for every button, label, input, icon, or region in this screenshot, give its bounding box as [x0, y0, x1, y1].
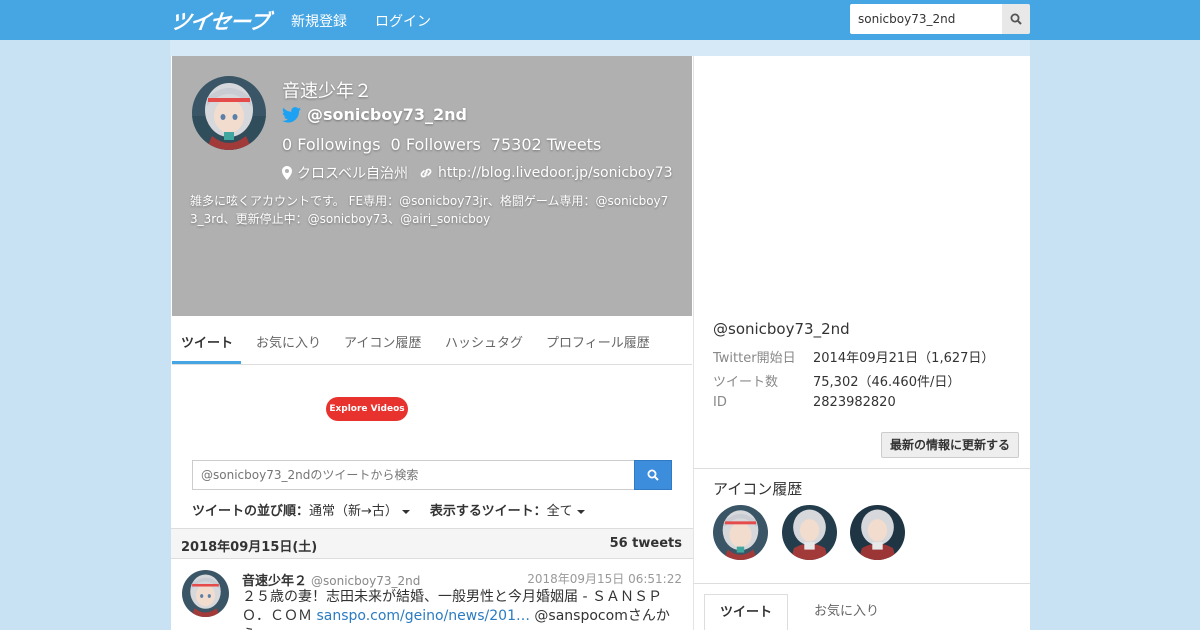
icon-history-title: アイコン履歴: [713, 480, 803, 498]
followings-stat[interactable]: 0 Followings: [282, 135, 381, 154]
tweets-stat[interactable]: 75302 Tweets: [491, 135, 602, 154]
update-info-button[interactable]: 最新の情報に更新する: [881, 432, 1019, 458]
info-key: ID: [713, 395, 727, 410]
profile-name: 音速少年２: [282, 81, 372, 102]
tweet-filter-label: 表示するツイート：: [429, 504, 547, 519]
tweets-count: 75302: [490, 135, 542, 154]
tweet-search-input[interactable]: [192, 460, 635, 490]
sidebar-tab-favorites[interactable]: お気に入り: [799, 594, 894, 630]
tab-profile-history[interactable]: プロフィール履歴: [546, 332, 650, 351]
site-search: [850, 4, 1030, 34]
caret-down-icon: [576, 509, 585, 514]
tweet-timestamp[interactable]: 2018年09月15日 06:51:22: [527, 570, 682, 587]
date-header-count: 56 tweets: [609, 536, 682, 551]
followers-count: 0: [390, 135, 401, 154]
sidebar-tabs: ツイート お気に入り: [704, 594, 1024, 630]
sidebar: @sonicboy73_2nd Twitter開始日 2014年09月21日（1…: [693, 56, 1031, 630]
profile-handle: @sonicboy73_2nd: [282, 105, 467, 124]
tab-tweets[interactable]: ツイート: [181, 332, 233, 351]
info-value: 2014年09月21日（1,627日）: [813, 351, 995, 366]
search-icon: [1010, 13, 1022, 25]
tweet-filter-dropdown[interactable]: 表示するツイート：全て: [430, 500, 585, 519]
search-icon: [647, 469, 659, 481]
profile-meta: クロスベル自治州 http://blog.livedoor.jp/sonicbo…: [282, 163, 673, 183]
sidebar-tab-tweets[interactable]: ツイート: [704, 594, 789, 630]
sort-order-value: 通常（新→古）: [309, 504, 398, 519]
tab-favorites[interactable]: お気に入り: [256, 332, 321, 351]
main-column: 音速少年２ @sonicboy73_2nd 0 Followings 0 Fol…: [171, 56, 693, 630]
followings-label: Followings: [297, 135, 381, 154]
tweet-author-name[interactable]: 音速少年２: [242, 574, 307, 589]
tweet-author-screen[interactable]: @sonicboy73_2nd: [311, 574, 420, 588]
tweet-author: 音速少年２ @sonicboy73_2nd: [242, 570, 420, 589]
top-navbar: ツイセーブ 新規登録 ログイン: [0, 0, 1200, 40]
icon-history-item[interactable]: [782, 505, 837, 560]
date-header: 2018年09月15日(土) 56 tweets: [171, 528, 693, 559]
tweet-filter-value: 全て: [546, 504, 573, 519]
followings-count: 0: [282, 135, 293, 154]
profile-tabs: ツイート お気に入り アイコン履歴 ハッシュタグ プロフィール履歴: [172, 316, 692, 365]
icon-history-item[interactable]: [850, 505, 905, 560]
profile-bio: 雑多に呟くアカウントです。 FE専用：@sonicboy73jr、格闘ゲーム専用…: [190, 194, 669, 226]
profile-url-link[interactable]: http://blog.livedoor.jp/sonicboy73: [438, 165, 673, 181]
followers-label: Followers: [405, 135, 481, 154]
profile-avatar[interactable]: [192, 76, 266, 150]
active-tab-indicator: [172, 361, 241, 364]
explore-videos-ad-button[interactable]: Explore Videos: [326, 397, 408, 421]
info-key: ツイート数: [713, 375, 779, 390]
tweet-avatar[interactable]: [182, 570, 229, 617]
divider: [694, 468, 1031, 469]
profile-stats: 0 Followings 0 Followers 75302 Tweets: [282, 135, 601, 154]
site-search-input[interactable]: [850, 4, 1003, 34]
caret-down-icon: [401, 509, 410, 514]
profile-location: クロスベル自治州: [297, 166, 409, 182]
info-key: Twitter開始日: [713, 351, 796, 366]
tweet-search-button[interactable]: [634, 460, 672, 490]
link-icon: [420, 168, 432, 178]
profile-handle-text: @sonicboy73_2nd: [307, 105, 467, 124]
site-search-button[interactable]: [1002, 4, 1030, 34]
tweets-label: Tweets: [546, 135, 602, 154]
site-logo[interactable]: ツイセーブ: [168, 6, 271, 36]
info-value: 75,302（46.460件/日）: [813, 375, 961, 390]
profile-header: 音速少年２ @sonicboy73_2nd 0 Followings 0 Fol…: [172, 56, 692, 316]
sort-order-dropdown[interactable]: ツイートの並び順：通常（新→古）: [192, 500, 410, 519]
login-link[interactable]: ログイン: [375, 11, 431, 31]
tab-icon-history[interactable]: アイコン履歴: [344, 332, 421, 351]
tweet-item: 音速少年２ @sonicboy73_2nd 2018年09月15日 06:51:2…: [171, 559, 693, 630]
sort-controls: ツイートの並び順：通常（新→古） 表示するツイート：全て: [192, 500, 585, 519]
date-header-date[interactable]: 2018年09月15日(土): [181, 536, 317, 555]
info-value: 2823982820: [813, 395, 896, 410]
tab-hashtags[interactable]: ハッシュタグ: [445, 332, 523, 351]
tweet-search: [192, 460, 672, 490]
sub-bar: [170, 40, 1030, 56]
tweet-text: ２５歳の妻！志田未来が結婚、一般男性と今月婚姻届 - ＳＡＮＳＰＯ．ＣＯＭ sa…: [242, 588, 682, 630]
divider: [694, 583, 1031, 584]
icon-history-item[interactable]: [713, 505, 768, 560]
map-marker-icon: [282, 166, 292, 180]
account-handle: @sonicboy73_2nd: [713, 320, 850, 338]
sort-order-label: ツイートの並び順：: [192, 504, 310, 519]
tweet-link[interactable]: sanspo.com/geino/news/201…: [316, 608, 530, 624]
twitter-bird-icon: [282, 106, 301, 123]
followers-stat[interactable]: 0 Followers: [391, 135, 481, 154]
signup-link[interactable]: 新規登録: [291, 11, 347, 31]
